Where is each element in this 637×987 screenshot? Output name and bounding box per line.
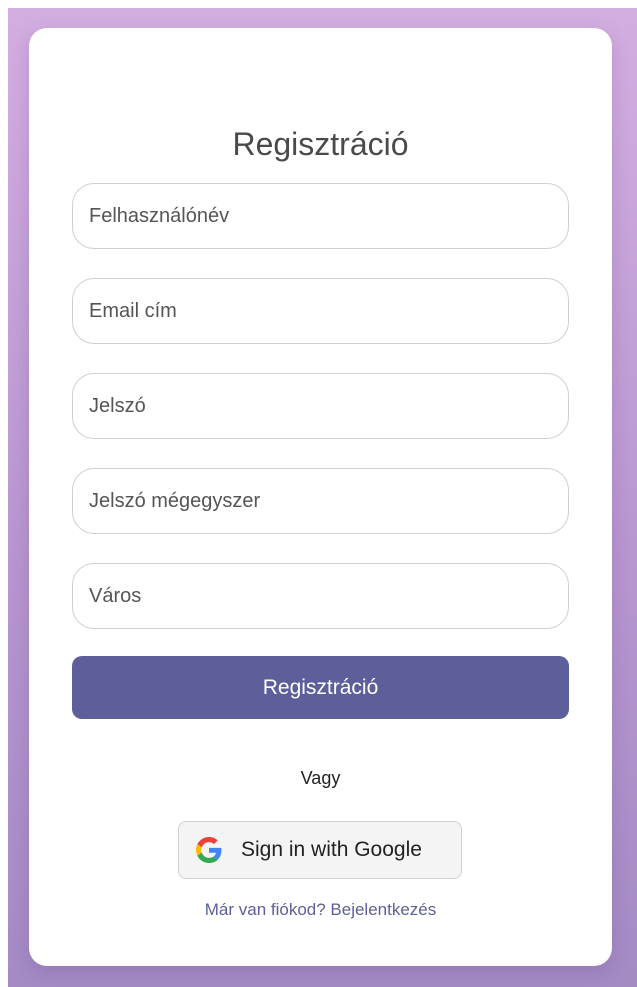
login-link[interactable]: Már van fiókod? Bejelentkezés (29, 900, 612, 920)
password-confirm-field[interactable] (72, 468, 569, 534)
google-sign-in-button[interactable]: Sign in with Google (178, 821, 462, 879)
register-button[interactable]: Regisztráció (72, 656, 569, 719)
city-field[interactable] (72, 563, 569, 629)
or-divider-text: Vagy (300, 768, 341, 788)
page-title: Regisztráció (232, 126, 409, 162)
register-card: Regisztráció Regisztráció Vagy Sign in w… (29, 28, 612, 966)
password-field[interactable] (72, 373, 569, 439)
username-field[interactable] (72, 183, 569, 249)
google-sign-in-label: Sign in with Google (241, 838, 422, 861)
google-g-icon (194, 835, 224, 865)
email-field[interactable] (72, 278, 569, 344)
